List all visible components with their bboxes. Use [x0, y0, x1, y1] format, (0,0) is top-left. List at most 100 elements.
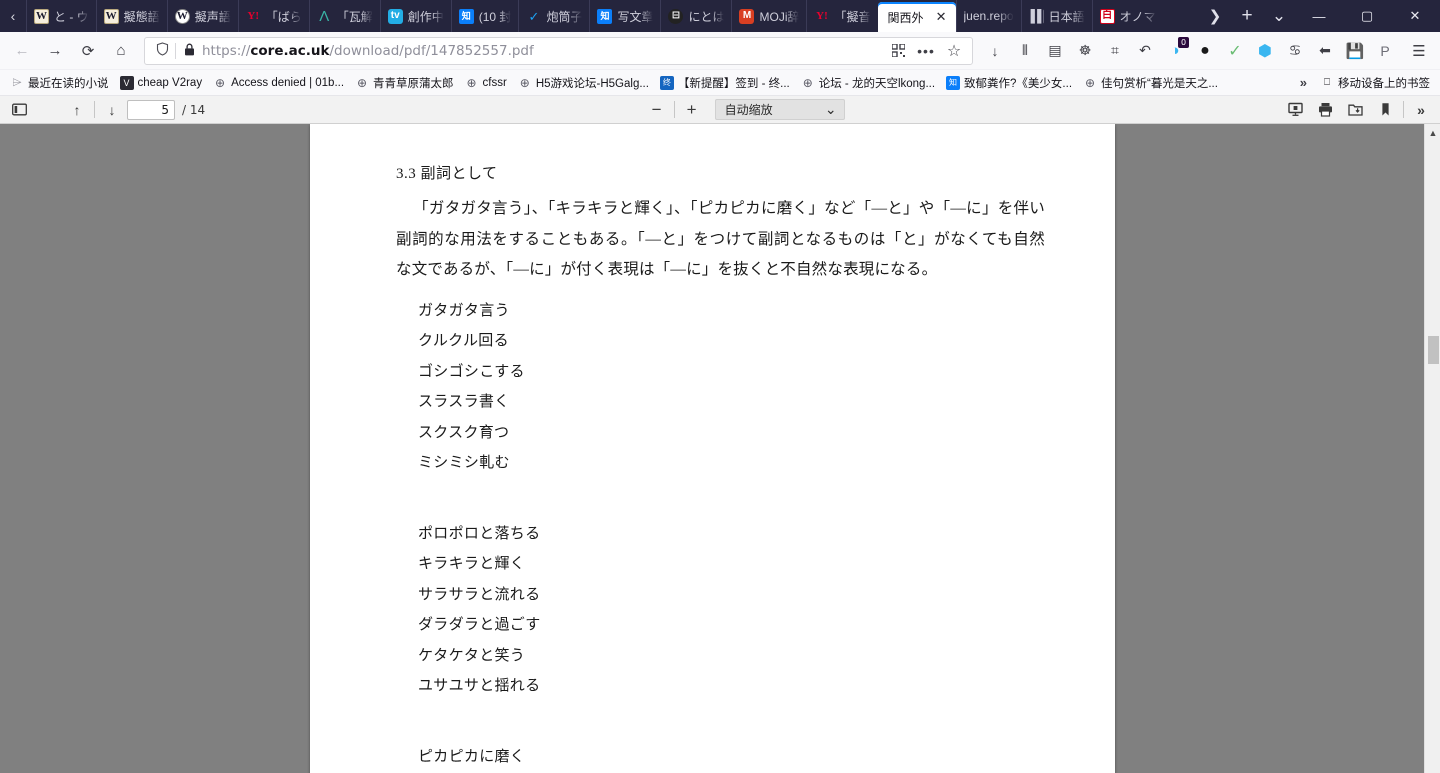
back-button[interactable]: ←	[6, 36, 38, 66]
window-maximize-button[interactable]: ▢	[1344, 0, 1390, 32]
new-tab-button[interactable]: +	[1232, 1, 1262, 31]
tab[interactable]: juen.repo	[955, 0, 1021, 32]
bookmark-item[interactable]: 终【新提醒】签到 - 终...	[655, 73, 795, 93]
list-all-tabs-icon[interactable]: ❯	[1200, 1, 1230, 31]
back-arrow-icon[interactable]: ⬅	[1310, 36, 1340, 66]
bookmark-label: Access denied | 01b...	[231, 76, 345, 89]
zoom-out-button[interactable]: −	[642, 98, 672, 122]
page-actions-icon[interactable]: •••	[912, 38, 940, 64]
globe-icon: ⊕	[466, 75, 477, 90]
bookmark-label: cheap V2ray	[137, 76, 203, 89]
word-list-item: ミシミシ軋む	[418, 455, 510, 471]
tab[interactable]: M MOJi辞	[731, 0, 806, 32]
sidebar-icon[interactable]: ▤	[1040, 36, 1070, 66]
word-list-one: ガタガタ言う クルクル回る ゴシゴシこする スラスラ書く スクスク育つ ミシミシ軋む	[396, 296, 1045, 479]
tab[interactable]: Y! 「擬音	[806, 0, 877, 32]
bookmark-item[interactable]: ⌲ 最近在读的小说	[5, 73, 114, 93]
tab[interactable]: ✓ 炮筒子	[518, 0, 589, 32]
bookmark-glyph	[1382, 103, 1390, 116]
tab[interactable]: 知 (10 封	[450, 0, 519, 32]
window-close-button[interactable]: ✕	[1392, 0, 1438, 32]
tab-title: にとは	[688, 9, 725, 24]
app-menu-icon[interactable]: ☰	[1404, 36, 1434, 66]
chevron-down-icon: ⌄	[824, 101, 837, 117]
presentation-mode-button[interactable]	[1281, 98, 1311, 122]
close-tab-icon[interactable]: ✕	[933, 9, 950, 26]
screenshot-icon[interactable]: ⌗	[1100, 36, 1130, 66]
tab-active[interactable]: 関西外 ✕	[877, 2, 956, 32]
bookmarks-overflow-icon[interactable]: »	[1294, 75, 1313, 90]
bookmark-item[interactable]: ⊕ 青青草原蒲太郎	[350, 73, 459, 93]
bookmark-mobile-bookmarks[interactable]: ⎕ 移动设备上的书签	[1315, 73, 1435, 93]
globe-icon: ⊕	[1084, 75, 1096, 90]
tab[interactable]: tv 創作中	[379, 0, 451, 32]
window-minimize-button[interactable]: —	[1296, 0, 1342, 32]
tab[interactable]: W 擬態語	[95, 0, 167, 32]
bookmark-item[interactable]: ⊕ H5游戏论坛-H5Galg...	[513, 73, 654, 93]
previous-page-button[interactable]: ↑	[62, 98, 92, 122]
zhihu-icon: 知	[946, 75, 961, 90]
blue-hex-icon[interactable]: ⬢	[1250, 36, 1280, 66]
bookmark-item[interactable]: Vcheap V2ray	[115, 74, 208, 92]
save-document-button[interactable]	[1341, 98, 1371, 122]
forward-button[interactable]: →	[39, 36, 71, 66]
tab[interactable]: ▐▐▐ 日本語	[1020, 0, 1092, 32]
tab[interactable]: Λ 「瓦解	[308, 0, 380, 32]
tab[interactable]: ⊟ にとは	[660, 0, 731, 32]
list-spacer-two	[396, 702, 1045, 732]
bookmark-label: 【新提醒】签到 - 终...	[677, 77, 790, 90]
page-number-input[interactable]: 5	[127, 99, 175, 120]
ghostery-icon[interactable]: ◑ 0	[1160, 36, 1190, 66]
url-path: /download/pdf/147852557.pdf	[329, 42, 534, 59]
tab[interactable]: W 擬声語	[166, 0, 238, 32]
url-text: https://core.ac.uk/download/pdf/14785255…	[202, 43, 534, 59]
home-button[interactable]: ⌂	[105, 36, 137, 66]
zoom-level-select[interactable]: 自动缩放 ⌄	[714, 99, 845, 120]
undo-icon[interactable]: ↶	[1130, 36, 1160, 66]
tab-dropdown-icon[interactable]: ⌄	[1264, 1, 1294, 31]
address-bar[interactable]: https://core.ac.uk/download/pdf/14785255…	[144, 36, 973, 65]
page-total-label: / 14	[182, 102, 206, 117]
next-page-button[interactable]: ↓	[97, 98, 127, 122]
account-icon[interactable]: ☸	[1070, 36, 1100, 66]
bookmark-item[interactable]: ⊕ cfssr	[460, 74, 512, 92]
adguard-shield-icon[interactable]: ✓	[1220, 36, 1250, 66]
reload-button[interactable]: ⟳	[72, 36, 104, 66]
bookmark-star-icon[interactable]: ☆	[940, 38, 968, 64]
bookmark-item[interactable]: ⊕ 佳句赏析“暮光是天之...	[1078, 73, 1223, 93]
scroll-tabs-left-icon[interactable]: ‹	[0, 0, 26, 32]
tab[interactable]: 白オノマ	[1091, 0, 1163, 32]
tab[interactable]: Wと - ウ	[26, 0, 96, 32]
yahoo-icon: Y!	[816, 9, 828, 22]
mouse-gesture-icon[interactable]: ♋	[1280, 36, 1310, 66]
qr-code-icon[interactable]	[884, 38, 912, 64]
pdf-more-tools-button[interactable]: »	[1406, 98, 1436, 122]
pdf-viewer-canvas[interactable]: 3.3 副詞として 「ガタガタ言う」、「キラキラと輝く」、「ピカピカに磨く」など…	[0, 124, 1424, 773]
tracking-shield-icon[interactable]	[149, 42, 175, 59]
scrollbar-thumb[interactable]	[1428, 336, 1439, 364]
bookmark-page-button[interactable]	[1371, 98, 1401, 122]
bookmark-item[interactable]: ⊕ 论坛 - 龙的天空lkong...	[796, 73, 940, 93]
bookmark-label: 青青草原蒲太郎	[373, 77, 454, 90]
browser-window: ‹ Wと - ウ W 擬態語 W 擬声語 Y! 「ばら Λ 「瓦解 tv 創作中知 (10 封 ✓ 炮筒子…	[0, 0, 1440, 773]
library-icon[interactable]: ⦀	[1010, 36, 1040, 66]
scroll-up-arrow-icon[interactable]: ▲	[1425, 126, 1440, 140]
pocket-icon[interactable]: P	[1370, 36, 1400, 66]
tab[interactable]: 知写文章	[589, 0, 660, 32]
download-icon[interactable]: ↓	[980, 36, 1010, 66]
toggle-sidebar-button[interactable]	[4, 98, 34, 122]
print-button[interactable]	[1311, 98, 1341, 122]
extension-badge: 0	[1178, 36, 1189, 48]
word-list-item: ピカピカに磨く	[418, 748, 526, 765]
bookmark-label: 致郁粪作?《美少女...	[964, 77, 1073, 90]
bookmark-item[interactable]: ⊕ Access denied | 01b...	[208, 74, 349, 92]
pdf-divider	[94, 101, 95, 118]
shield-glyph	[156, 42, 168, 56]
url-scheme: https://	[202, 42, 251, 59]
vertical-scrollbar[interactable]: ▲	[1424, 124, 1440, 773]
panda-cookie-icon[interactable]: ●	[1190, 36, 1220, 66]
bookmark-item[interactable]: 知致郁粪作?《美少女...	[941, 73, 1077, 93]
zoom-in-button[interactable]: +	[677, 98, 707, 122]
tab[interactable]: Y! 「ばら	[237, 0, 309, 32]
save-page-icon[interactable]: 💾	[1340, 36, 1370, 66]
